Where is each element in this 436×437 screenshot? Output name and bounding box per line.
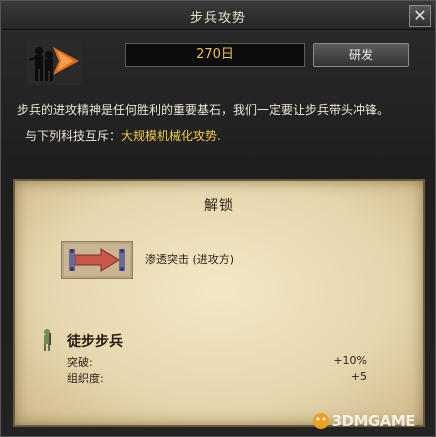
- window-title: 步兵攻势: [189, 11, 246, 26]
- close-icon: ✕: [413, 6, 427, 25]
- stat-name: 组织度:: [67, 372, 104, 385]
- exclusive-tech-link[interactable]: 大规模机械化攻势.: [121, 129, 221, 143]
- unlock-panel: 解锁 渗透突击 (进攻方) 徒步步兵 突破: +10% 组织度: +5: [13, 179, 425, 427]
- watermark-logo: [312, 413, 329, 429]
- stat-value: +5: [350, 370, 367, 383]
- stat-value: +10%: [333, 354, 367, 367]
- unit-name: 徒步步兵: [67, 334, 123, 350]
- tech-window: 步兵攻势 ✕ 270日 研发 步兵的进攻精神是任何胜利的重要基石，我们一定要让步…: [0, 0, 436, 437]
- tech-description: 步兵的进攻精神是任何胜利的重要基石，我们一定要让步兵带头冲锋。: [17, 103, 390, 117]
- exclusive-line: 与下列科技互斥：大规模机械化攻势.: [25, 127, 221, 144]
- stat-name: 突破:: [67, 356, 93, 369]
- watermark: 3DMGAME: [312, 411, 416, 431]
- infiltration-assault-icon: [61, 241, 133, 279]
- close-button[interactable]: ✕: [409, 5, 431, 27]
- research-button[interactable]: 研发: [313, 43, 409, 67]
- watermark-text: 3DMGAME: [331, 411, 416, 430]
- infantry-offensive-icon: [27, 39, 81, 85]
- infantry-soldier-icon: [44, 329, 51, 351]
- stat-row-organization: 组织度: +5: [67, 370, 367, 385]
- exclusive-prefix: 与下列科技互斥：: [25, 129, 122, 143]
- title-bar: 步兵攻势 ✕: [1, 1, 435, 30]
- unlock-title: 解锁: [204, 198, 234, 214]
- unlock-tactic-label: 渗透突击 (进攻方): [145, 253, 235, 266]
- research-days: 270日: [125, 43, 305, 67]
- stat-row-breakthrough: 突破: +10%: [67, 354, 367, 369]
